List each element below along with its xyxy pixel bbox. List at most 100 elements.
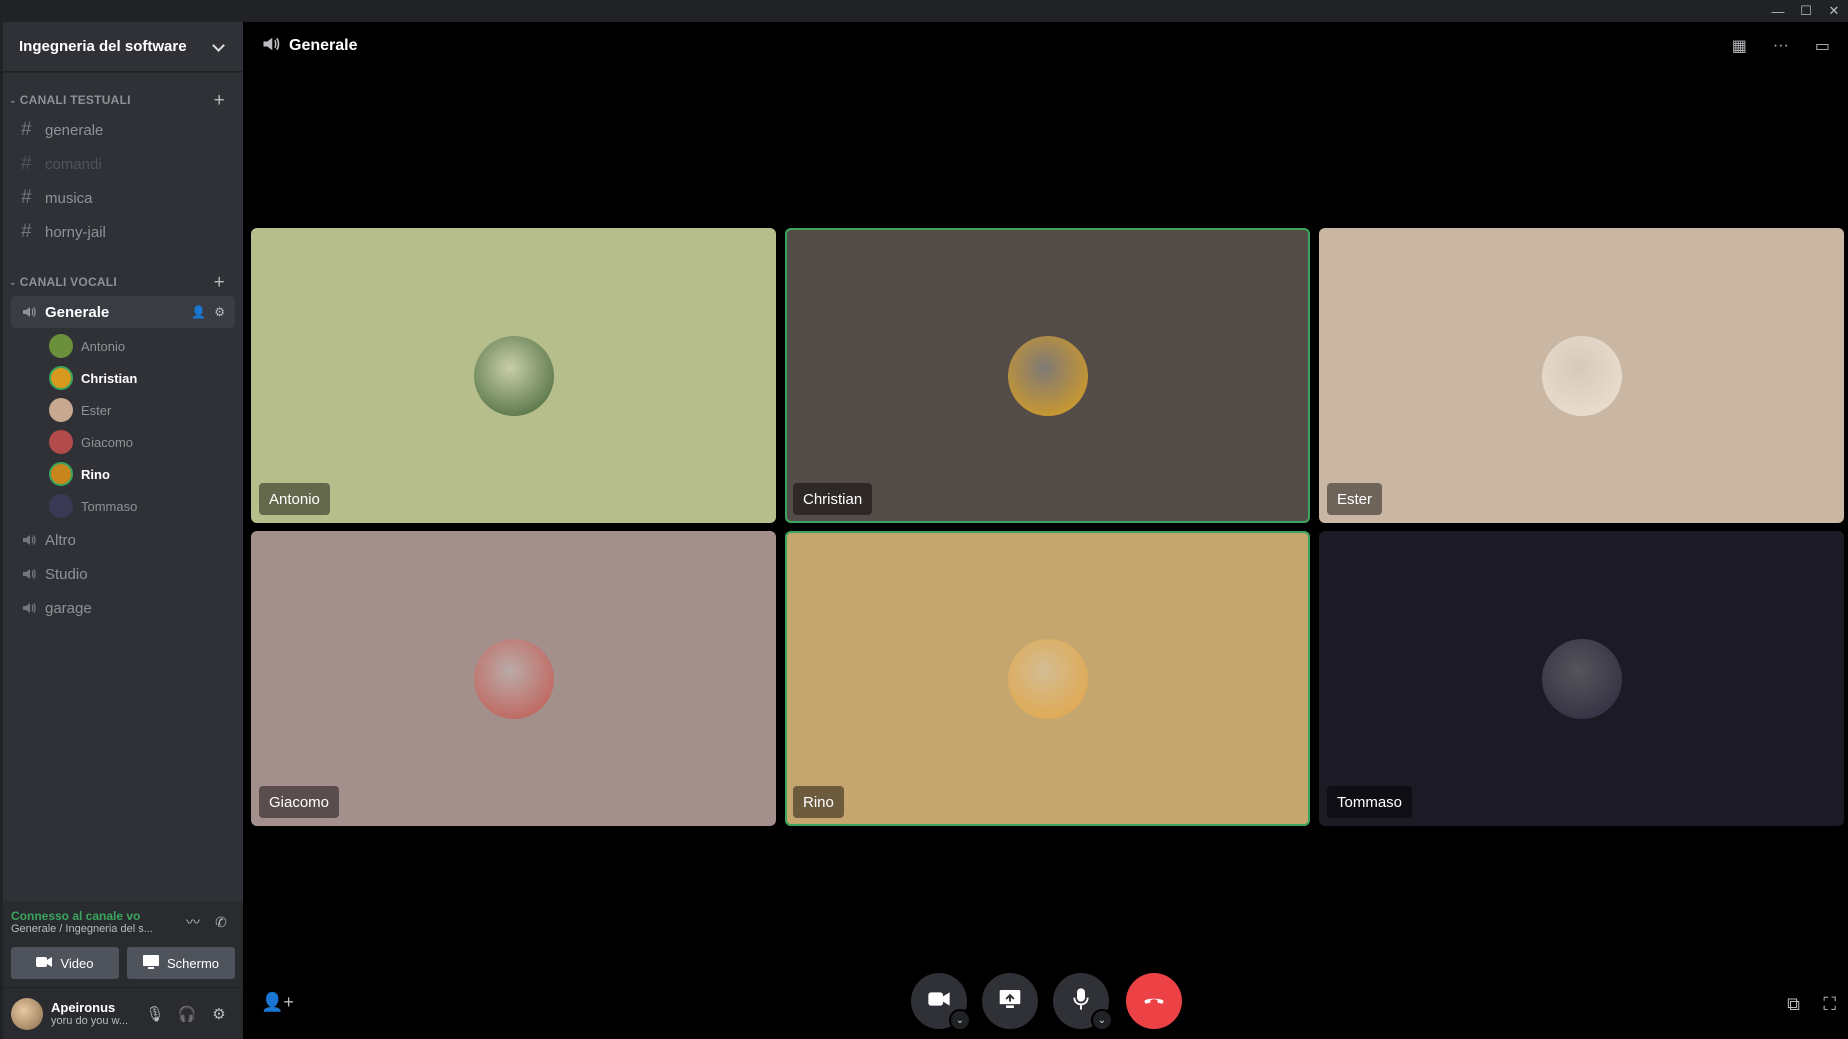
inbox-icon[interactable]: ▭ (1815, 36, 1830, 56)
connection-status[interactable]: Connesso al canale vo (11, 909, 179, 923)
screen-share-button[interactable] (982, 973, 1038, 1029)
channel-label: horny-jail (45, 223, 106, 241)
gear-icon[interactable]: ⚙ (214, 305, 225, 319)
user-status: yoru do you w... (51, 1015, 129, 1027)
participant-name-tag: Ester (1327, 483, 1383, 515)
voice-user-christian[interactable]: Christian (49, 362, 235, 394)
avatar (49, 494, 73, 518)
voice-user-name: Antonio (81, 338, 126, 354)
microphone-icon[interactable]: 🎙 (139, 1005, 171, 1023)
camera-icon (36, 956, 53, 971)
channel-label: comandi (45, 155, 102, 173)
voice-channel-garage[interactable]: garage (11, 592, 235, 624)
voice-user-giacomo[interactable]: Giacomo (49, 426, 235, 458)
speaker-icon (21, 566, 45, 582)
voice-user-name: Rino (81, 466, 110, 482)
participant-tile-antonio[interactable]: Antonio (251, 228, 776, 523)
participant-tile-giacomo[interactable]: Giacomo (251, 531, 776, 826)
noise-suppression-icon[interactable]: 〰 (179, 912, 207, 932)
voice-user-list: Antonio Christian Ester Giacomo Rino Tommaso (3, 330, 243, 522)
participant-tile-ester[interactable]: Ester (1319, 228, 1844, 523)
disconnect-button[interactable] (1126, 973, 1182, 1029)
invite-icon[interactable]: 👤 (191, 305, 206, 319)
voice-user-antonio[interactable]: Antonio (49, 330, 235, 362)
video-label: Video (60, 955, 94, 971)
participant-tile-tommaso[interactable]: Tommaso (1319, 531, 1844, 826)
channel-label: musica (45, 189, 93, 207)
voice-channel-studio[interactable]: Studio (11, 558, 235, 590)
layout-grid-icon[interactable]: ▦ (1732, 36, 1747, 56)
avatar (1007, 335, 1088, 416)
hang-up-icon (1142, 989, 1166, 1014)
participant-name-tag: Giacomo (259, 786, 340, 818)
voice-user-tommaso[interactable]: Tommaso (49, 490, 235, 522)
voice-user-name: Ester (81, 402, 112, 418)
voice-channels-category[interactable]: ⌄ CANALI VOCALI + (3, 270, 243, 294)
server-header[interactable]: Ingegneria del software (3, 22, 243, 72)
speaker-icon (21, 532, 45, 548)
video-button[interactable]: Video (11, 947, 119, 979)
microphone-button[interactable]: ⌄ (1053, 973, 1113, 1031)
chevron-down-icon[interactable]: ⌄ (949, 1009, 971, 1031)
user-panel: Apeironus yoru do you w... 🎙 🎧 ⚙ (3, 987, 243, 1039)
gear-icon[interactable]: ⚙ (203, 1005, 235, 1023)
popout-icon[interactable]: ⧉ (1787, 994, 1800, 1015)
fullscreen-icon[interactable]: ⛶ (1823, 994, 1836, 1015)
channel-horny-jail[interactable]: # horny-jail (11, 216, 235, 248)
voice-user-name: Giacomo (81, 434, 134, 450)
participant-name-tag: Antonio (259, 483, 330, 515)
add-channel-icon[interactable]: + (214, 91, 225, 110)
screen-share-button[interactable]: Schermo (127, 947, 235, 979)
channel-comandi[interactable]: # comandi (11, 148, 235, 180)
minimize-button[interactable]: — (1764, 0, 1792, 22)
voice-user-name: Tommaso (81, 498, 138, 514)
participant-tile-rino[interactable]: Rino (785, 531, 1310, 826)
window-titlebar: — ☐ ✕ (0, 0, 1848, 22)
participant-name-tag: Christian (793, 483, 873, 515)
voice-user-ester[interactable]: Ester (49, 394, 235, 426)
speaker-icon (261, 34, 281, 59)
connection-detail[interactable]: Generale / Ingegneria del s... (11, 923, 179, 935)
voice-panel: Connesso al canale vo Generale / Ingegne… (3, 901, 243, 1039)
category-label: CANALI TESTUALI (19, 93, 131, 107)
avatar (1007, 638, 1088, 719)
voice-user-rino[interactable]: Rino (49, 458, 235, 490)
camera-icon (928, 991, 950, 1012)
voice-connection-status: Connesso al canale vo Generale / Ingegne… (3, 901, 243, 943)
channel-label: Studio (45, 565, 88, 583)
avatar (49, 334, 73, 358)
disconnect-icon[interactable]: ✆ (207, 914, 235, 931)
channel-label: garage (45, 599, 92, 617)
avatar (49, 430, 73, 454)
camera-button[interactable]: ⌄ (911, 973, 971, 1031)
avatar[interactable] (11, 997, 43, 1030)
page-title: Generale (289, 37, 358, 54)
voice-user-name: Christian (81, 370, 138, 386)
category-label: CANALI VOCALI (19, 275, 117, 289)
call-controls: ⌄ ⌄ (243, 973, 1848, 1031)
voice-channel-altro[interactable]: Altro (11, 524, 235, 556)
close-window-button[interactable]: ✕ (1820, 0, 1848, 22)
avatar (49, 398, 73, 422)
headphones-icon[interactable]: 🎧 (171, 1005, 203, 1023)
avatar (49, 366, 73, 390)
avatar (49, 462, 73, 486)
avatar (473, 638, 554, 719)
participant-name-tag: Tommaso (1327, 786, 1413, 818)
hash-icon: # (21, 221, 32, 242)
voice-stage: Generale ▦ ··· ▭ Antonio Christian Ester Gi… (243, 22, 1848, 1039)
username: Apeironus (51, 1000, 116, 1015)
participant-tile-christian[interactable]: Christian (785, 228, 1310, 523)
channel-musica[interactable]: # musica (11, 182, 235, 214)
add-channel-icon[interactable]: + (214, 273, 225, 292)
chevron-down-icon[interactable]: ⌄ (1091, 1009, 1113, 1031)
voice-channel-generale[interactable]: Generale 👤 ⚙ (11, 296, 235, 328)
caret-icon: ⌄ (9, 94, 17, 105)
avatar (473, 335, 554, 416)
maximize-button[interactable]: ☐ (1792, 0, 1820, 22)
screen-icon (142, 954, 159, 972)
more-options-icon[interactable]: ··· (1773, 37, 1789, 55)
text-channels-category[interactable]: ⌄ CANALI TESTUALI + (3, 88, 243, 112)
channel-generale[interactable]: # generale (11, 114, 235, 146)
hash-icon: # (21, 153, 32, 174)
